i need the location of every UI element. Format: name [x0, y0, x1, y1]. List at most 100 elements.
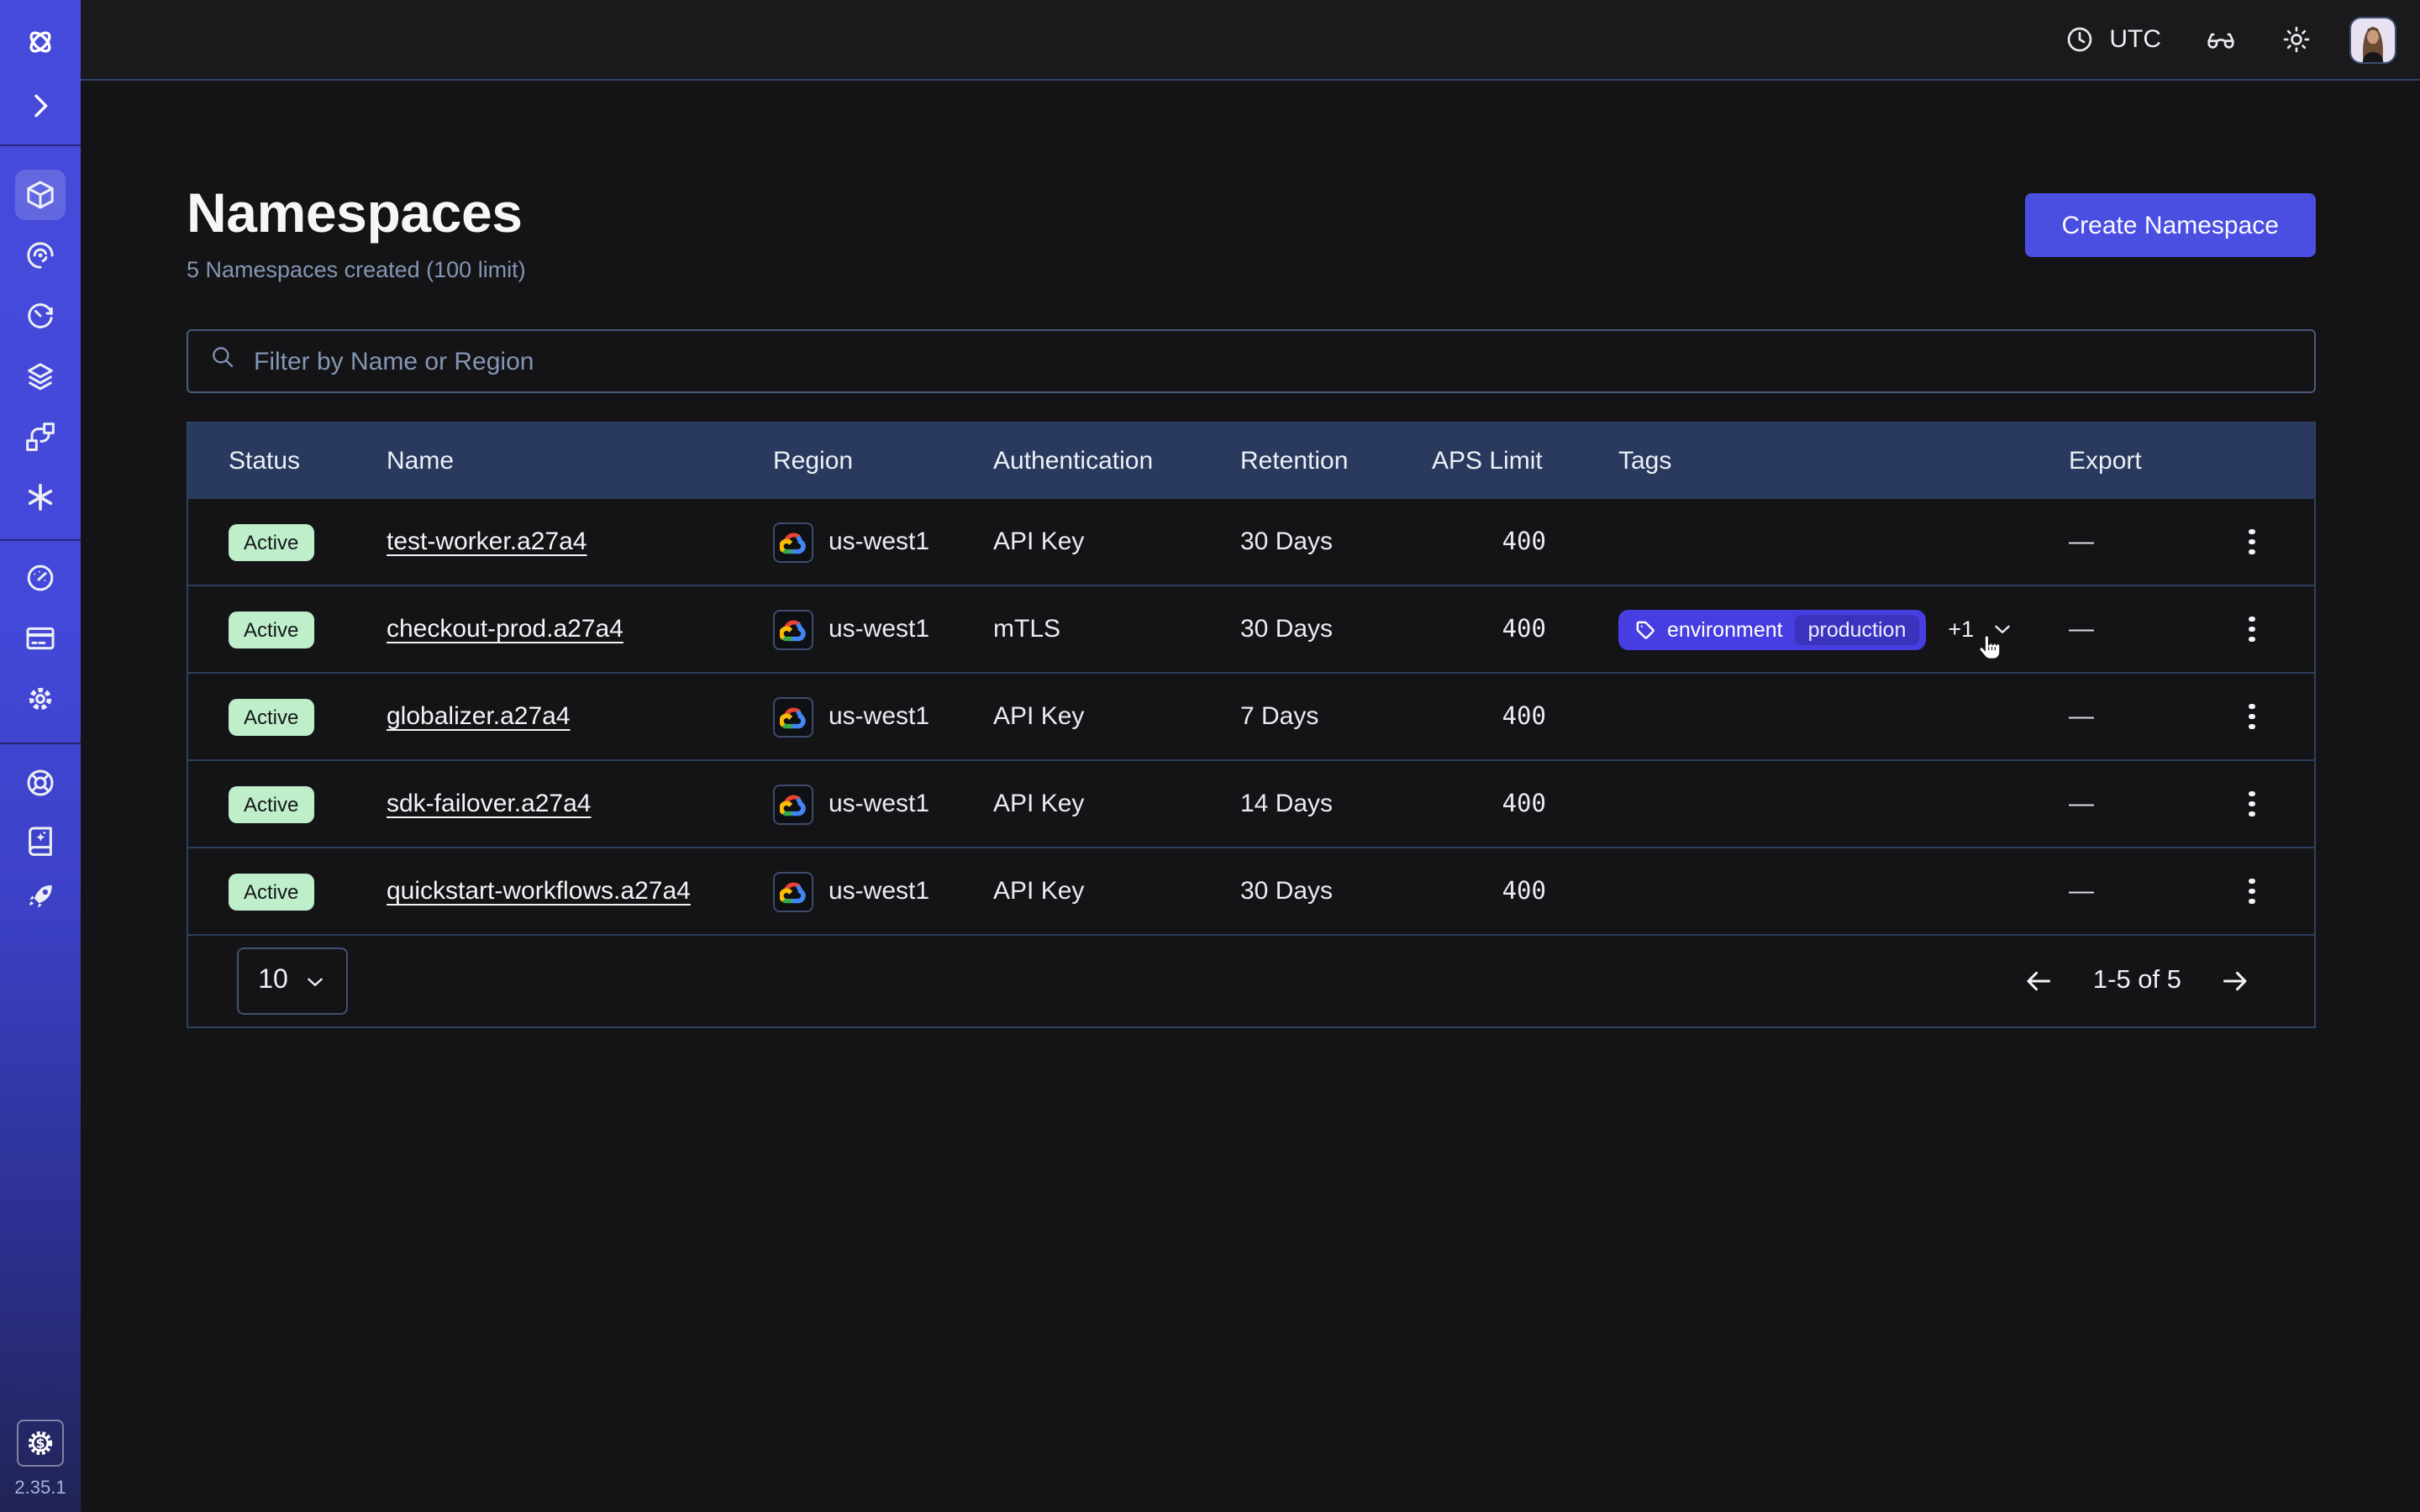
namespace-link[interactable]: checkout-prod.a27a4 — [387, 615, 623, 643]
tag-chip[interactable]: environment production — [1618, 609, 1926, 649]
cube-icon — [24, 178, 57, 212]
table-row: Active sdk-failover.a27a4 us-west1 API K… — [188, 759, 2314, 847]
table-row: Active test-worker.a27a4 us-west1 API Ke… — [188, 497, 2314, 585]
namespace-count-subtitle: 5 Namespaces created (100 limit) — [187, 257, 526, 282]
tags-cell: environment production +1 — [1618, 609, 2069, 649]
column-header-tags: Tags — [1618, 446, 2069, 475]
rocket-icon — [24, 880, 57, 914]
sidebar-expand-chevron-icon[interactable] — [0, 81, 81, 131]
region-label: us-west1 — [829, 877, 929, 906]
namespace-link[interactable]: test-worker.a27a4 — [387, 528, 587, 556]
row-actions-kebab-icon[interactable] — [2239, 521, 2265, 564]
export-value: — — [2069, 702, 2223, 731]
sidebar-divider — [0, 144, 81, 146]
page-header: Namespaces 5 Namespaces created (100 lim… — [187, 81, 2316, 282]
aps-limit-value: 400 — [1432, 703, 1546, 730]
sidebar-item-support[interactable] — [15, 758, 66, 808]
namespaces-table: Status Name Region Authentication Retent… — [187, 422, 2316, 1028]
status-badge: Active — [229, 523, 313, 560]
timer-icon — [24, 299, 57, 333]
temporal-logo-icon[interactable] — [0, 17, 81, 67]
dollar-badge-icon: $ — [24, 1426, 57, 1460]
lifebuoy-icon — [24, 766, 57, 800]
filter-input[interactable] — [254, 347, 2294, 375]
column-header-authentication: Authentication — [993, 446, 1240, 475]
region-label: us-west1 — [829, 702, 929, 731]
retention-value: 30 Days — [1240, 528, 1432, 556]
clock-icon — [2064, 24, 2096, 55]
export-value: — — [2069, 528, 2223, 556]
sidebar-divider — [0, 743, 81, 744]
aps-limit-value: 400 — [1432, 616, 1546, 643]
workflows-spiral-icon — [24, 239, 57, 272]
gcp-cloud-icon — [773, 696, 813, 737]
speedometer-icon — [24, 561, 57, 595]
row-actions-kebab-icon[interactable] — [2239, 608, 2265, 651]
column-header-export: Export — [2069, 446, 2223, 475]
retention-value: 14 Days — [1240, 790, 1432, 818]
sidebar-item-deployments[interactable] — [15, 351, 66, 402]
theme-sun-icon[interactable] — [2281, 24, 2312, 55]
more-tags-count[interactable]: +1 — [1948, 617, 1974, 642]
gcp-cloud-icon — [773, 784, 813, 824]
namespace-link[interactable]: quickstart-workflows.a27a4 — [387, 877, 691, 906]
status-badge: Active — [229, 698, 313, 735]
table-row: Active globalizer.a27a4 us-west1 API Key… — [188, 672, 2314, 759]
sidebar-divider — [0, 539, 81, 541]
app-screen: $ 2.35.1 UTC — [0, 0, 2420, 1512]
chevron-down-icon — [305, 970, 327, 992]
gcp-cloud-icon — [773, 871, 813, 911]
sidebar-item-docs[interactable] — [15, 815, 66, 865]
page-size-selector[interactable]: 10 — [237, 948, 348, 1015]
sidebar-item-namespaces[interactable] — [15, 170, 66, 220]
create-namespace-button[interactable]: Create Namespace — [2025, 193, 2316, 257]
user-avatar[interactable] — [2349, 16, 2396, 63]
sidebar-item-usage[interactable] — [15, 553, 66, 603]
auth-method: API Key — [993, 702, 1240, 731]
auth-method: API Key — [993, 790, 1240, 818]
sidebar-item-workflows[interactable] — [15, 230, 66, 281]
sidebar-item-schedules[interactable] — [15, 291, 66, 341]
layers-icon — [24, 360, 57, 393]
export-value: — — [2069, 615, 2223, 643]
filter-bar — [187, 329, 2316, 393]
status-badge: Active — [229, 785, 313, 822]
next-page-arrow-icon[interactable] — [2218, 964, 2252, 998]
row-actions-kebab-icon[interactable] — [2239, 870, 2265, 913]
svg-text:$: $ — [35, 1436, 45, 1452]
table-row: Active quickstart-workflows.a27a4 us-wes… — [188, 847, 2314, 934]
region-label: us-west1 — [829, 528, 929, 556]
namespace-link[interactable]: globalizer.a27a4 — [387, 702, 571, 731]
labs-glasses-icon[interactable] — [2205, 24, 2237, 55]
table-row: Active checkout-prod.a27a4 us-west1 mTLS… — [188, 585, 2314, 672]
column-header-retention: Retention — [1240, 446, 1432, 475]
asterisk-icon — [24, 480, 57, 514]
table-header-row: Status Name Region Authentication Retent… — [188, 423, 2314, 497]
aps-limit-value: 400 — [1432, 790, 1546, 817]
sidebar-item-asterisk[interactable] — [15, 472, 66, 522]
aps-limit-value: 400 — [1432, 528, 1546, 555]
tag-icon — [1634, 618, 1655, 640]
export-value: — — [2069, 877, 2223, 906]
plan-badge-icon[interactable]: $ — [17, 1420, 64, 1467]
sidebar-item-settings[interactable] — [15, 674, 66, 724]
auth-method: API Key — [993, 877, 1240, 906]
timezone-selector[interactable]: UTC — [2064, 24, 2161, 55]
main-content: Namespaces 5 Namespaces created (100 lim… — [81, 81, 2420, 1512]
sidebar-item-billing[interactable] — [15, 613, 66, 664]
sidebar-item-getting-started[interactable] — [15, 872, 66, 922]
sidebar-item-nexus[interactable] — [15, 412, 66, 462]
docs-book-icon — [24, 823, 57, 857]
table-footer: 10 1-5 of 5 — [188, 934, 2314, 1026]
timezone-label: UTC — [2109, 25, 2161, 54]
page-title: Namespaces — [187, 181, 526, 245]
pagination-range: 1-5 of 5 — [2093, 966, 2181, 996]
sidebar: $ 2.35.1 — [0, 0, 81, 1512]
row-actions-kebab-icon[interactable] — [2239, 783, 2265, 826]
namespace-link[interactable]: sdk-failover.a27a4 — [387, 790, 592, 818]
gear-icon — [24, 682, 57, 716]
row-actions-kebab-icon[interactable] — [2239, 696, 2265, 738]
branch-icon — [24, 420, 57, 454]
expand-tags-chevron-icon[interactable] — [1989, 617, 2014, 642]
previous-page-arrow-icon[interactable] — [2023, 964, 2056, 998]
